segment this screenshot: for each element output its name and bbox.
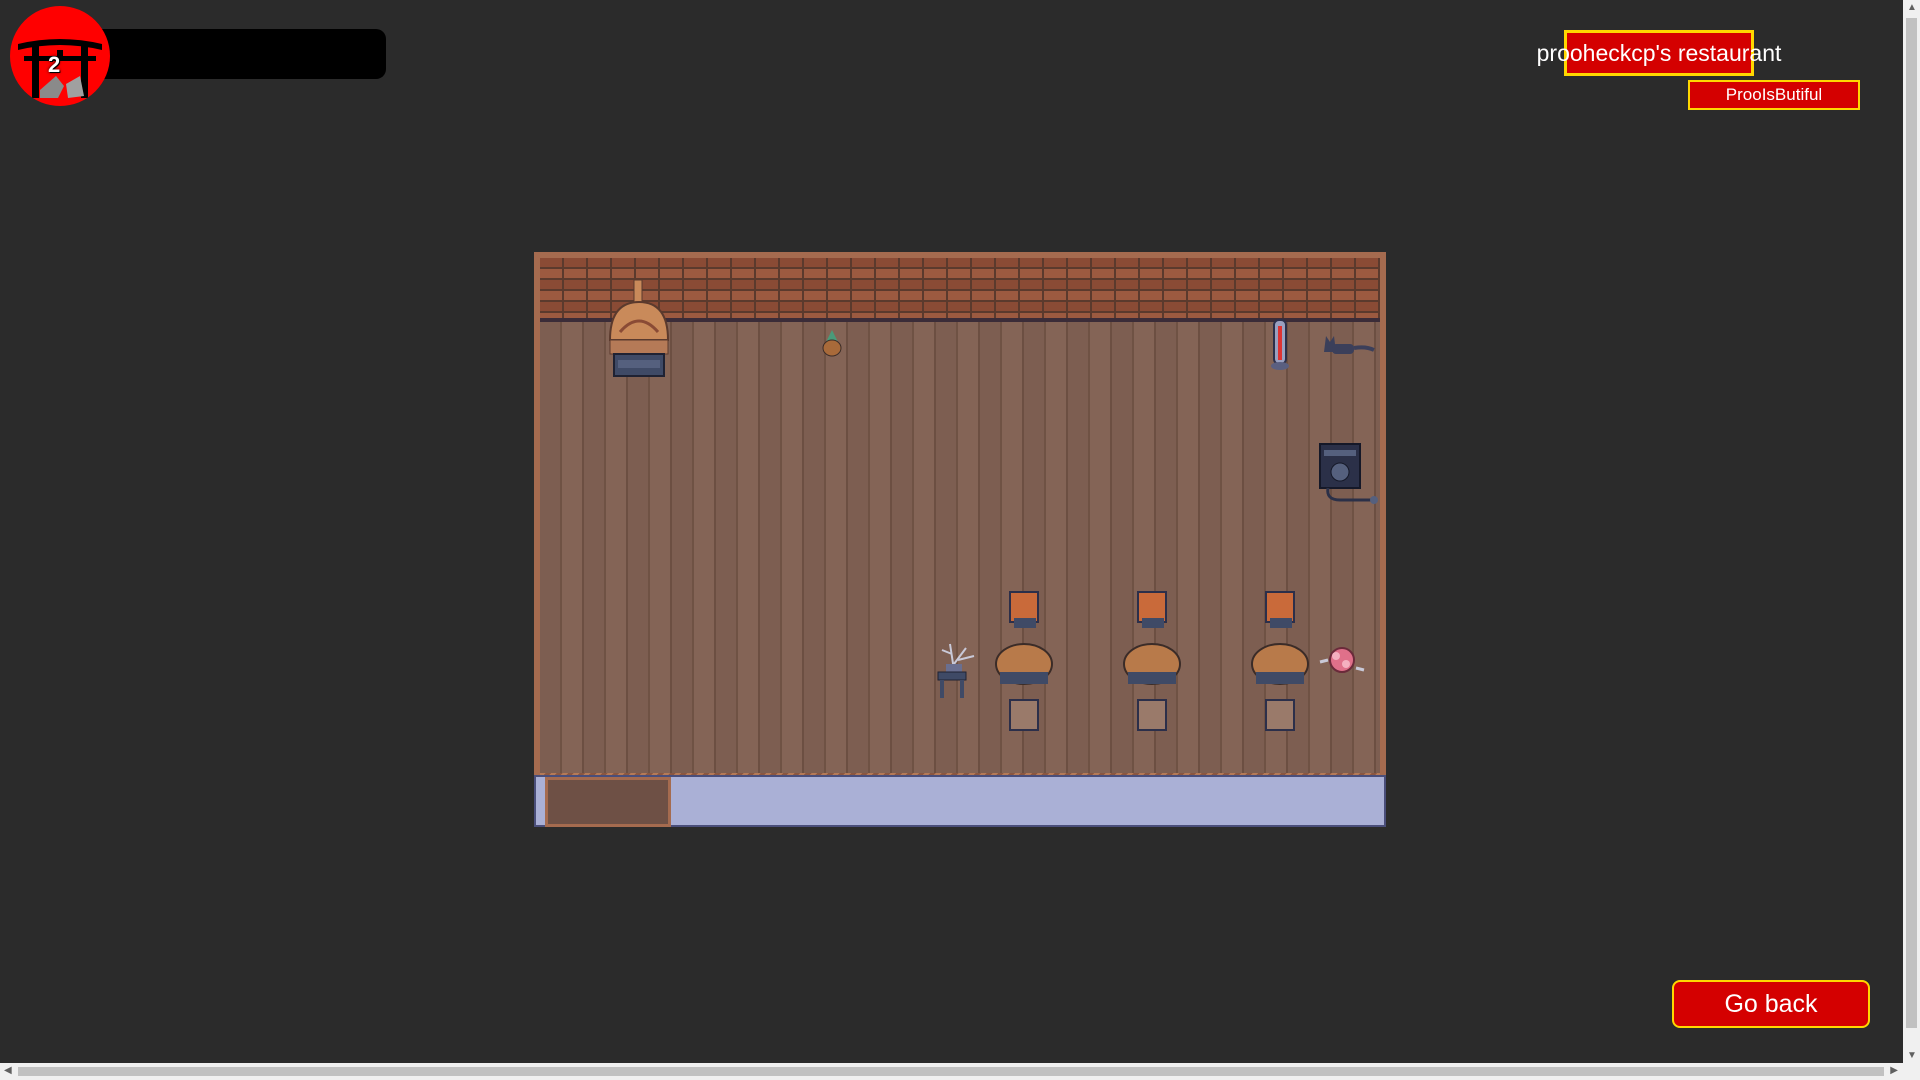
potted-plant-icon[interactable]: [820, 328, 844, 358]
level-badge: 2: [10, 6, 110, 106]
speaker-icon[interactable]: [1318, 442, 1380, 512]
vertical-scroll-thumb[interactable]: [1906, 18, 1917, 1028]
vertical-scrollbar[interactable]: ▲ ▼: [1903, 0, 1920, 1063]
horizontal-scroll-thumb[interactable]: [18, 1067, 1884, 1076]
go-back-button[interactable]: Go back: [1672, 980, 1870, 1028]
restaurant-owner: ProoIsButiful: [1688, 80, 1860, 110]
xp-bar: [70, 29, 386, 79]
scroll-right-icon[interactable]: ▶: [1890, 1065, 1898, 1076]
side-table-plant-icon[interactable]: [934, 634, 984, 700]
table-3-icon[interactable]: [1248, 590, 1312, 734]
scroll-left-icon[interactable]: ◀: [4, 1065, 12, 1076]
horizontal-scrollbar[interactable]: ◀ ▶: [0, 1063, 1920, 1080]
restaurant-title: prooheckcp's restaurant: [1537, 30, 1781, 76]
entrance-door[interactable]: [545, 777, 671, 827]
level-number: 2: [48, 52, 61, 77]
table-1-icon[interactable]: [992, 590, 1056, 734]
brick-oven-icon[interactable]: [606, 280, 672, 380]
scroll-up-icon[interactable]: ▲: [1907, 2, 1917, 13]
flower-bouquet-icon[interactable]: [1316, 642, 1366, 682]
table-2-icon[interactable]: [1120, 590, 1184, 734]
thermometer-icon[interactable]: [1266, 318, 1292, 372]
scroll-down-icon[interactable]: ▼: [1907, 1050, 1917, 1061]
cat-icon[interactable]: [1320, 330, 1376, 360]
